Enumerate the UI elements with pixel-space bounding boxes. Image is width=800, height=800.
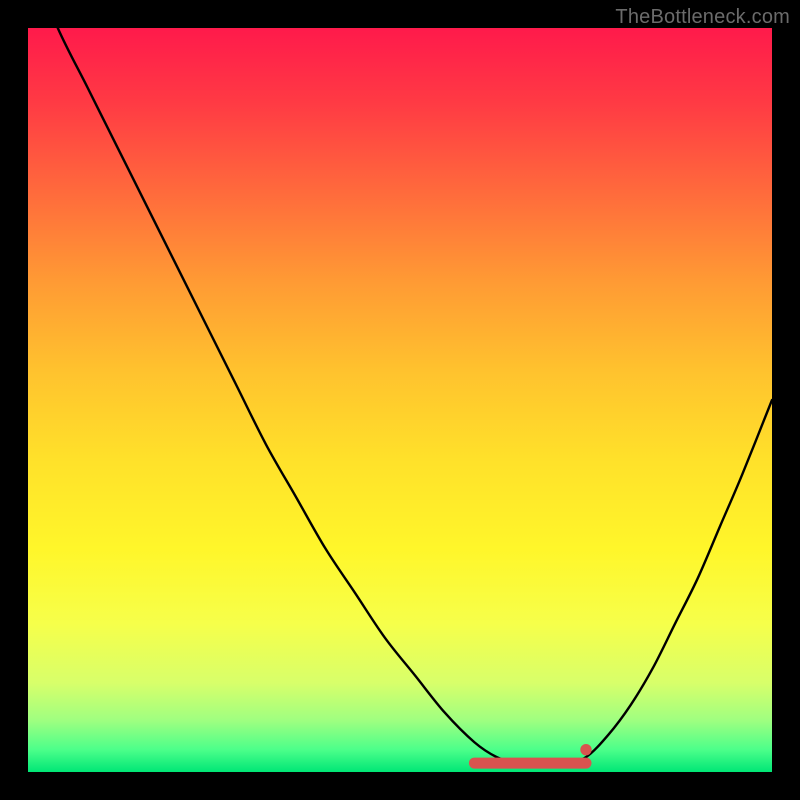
plot-area	[28, 28, 772, 772]
watermark-text: TheBottleneck.com	[615, 6, 790, 29]
chart-frame: TheBottleneck.com	[0, 0, 800, 800]
bottleneck-curve	[28, 0, 772, 765]
curve-layer	[28, 28, 772, 772]
marker-dot	[581, 744, 591, 754]
